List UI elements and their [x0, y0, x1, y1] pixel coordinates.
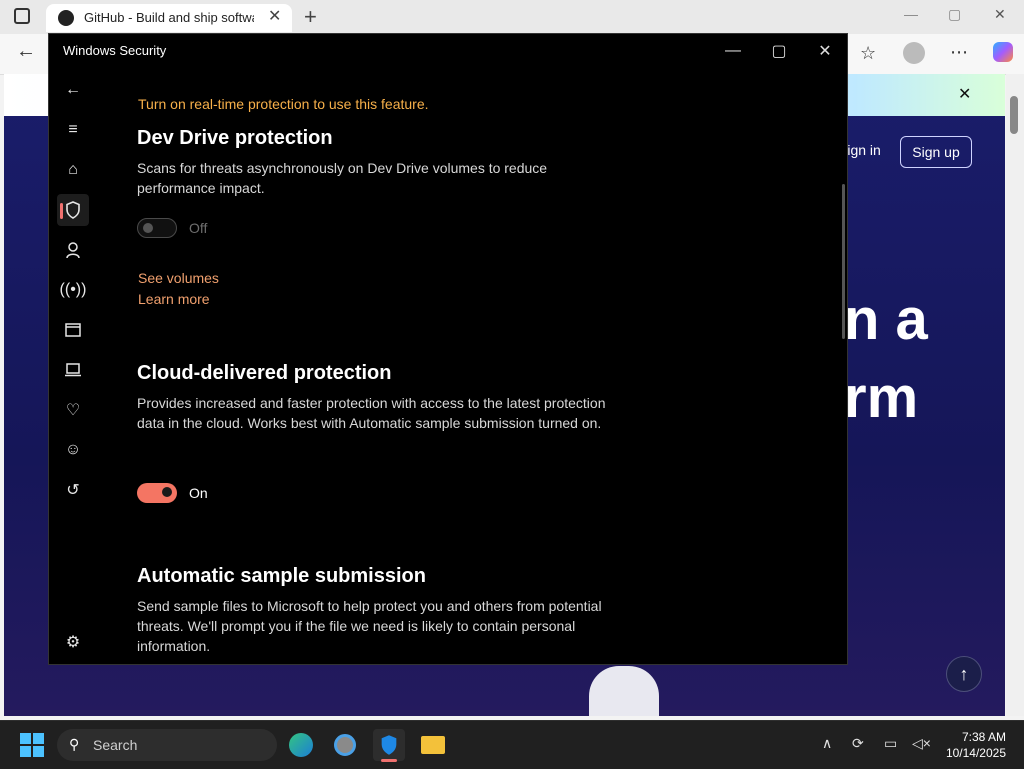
- see-volumes-link[interactable]: See volumes: [138, 270, 219, 286]
- device-security-icon[interactable]: [57, 354, 89, 386]
- sec-minimize-button[interactable]: —: [710, 38, 756, 64]
- sign-up-button[interactable]: Sign up: [900, 136, 972, 168]
- more-icon[interactable]: ⋯: [950, 42, 968, 63]
- sec-maximize-button[interactable]: ▢: [756, 38, 802, 64]
- clock-date: 10/14/2025: [945, 746, 1006, 760]
- browser-tab[interactable]: GitHub - Build and ship software o ✕: [46, 4, 292, 32]
- family-options-icon[interactable]: ☺: [57, 434, 89, 466]
- window-title: Windows Security: [63, 43, 167, 58]
- scroll-to-top-button[interactable]: ↑: [946, 656, 982, 692]
- nav-rail: ← ≡ ⌂ ((•)) ♡ ☺ ↺ ⚙: [49, 70, 97, 664]
- cloud-protection-toggle-label: On: [189, 485, 208, 501]
- back-arrow-icon[interactable]: ←: [57, 74, 89, 106]
- network-icon[interactable]: ▭: [884, 735, 897, 752]
- edge-icon[interactable]: [285, 729, 317, 761]
- minimize-button[interactable]: —: [904, 6, 918, 22]
- active-app-indicator: [381, 759, 397, 762]
- firewall-network-icon[interactable]: ((•)): [57, 274, 89, 306]
- maximize-button[interactable]: ▢: [948, 6, 961, 23]
- cloud-protection-title: Cloud-delivered protection: [137, 362, 392, 384]
- show-hidden-icons[interactable]: ∧: [822, 735, 832, 752]
- scrollbar-thumb[interactable]: [1010, 96, 1018, 134]
- tab-close-icon[interactable]: ✕: [268, 6, 281, 26]
- file-explorer-icon[interactable]: [417, 729, 449, 761]
- sample-submission-title: Automatic sample submission: [137, 565, 426, 587]
- profile-avatar[interactable]: [903, 42, 925, 64]
- sample-submission-description: Send sample files to Microsoft to help p…: [137, 598, 602, 654]
- tab-actions-icon[interactable]: [14, 8, 30, 24]
- app-browser-control-icon[interactable]: [57, 314, 89, 346]
- dev-drive-toggle[interactable]: [137, 218, 177, 238]
- settings-gear-icon[interactable]: ⚙: [57, 626, 89, 658]
- tab-title: GitHub - Build and ship software o: [84, 10, 254, 25]
- start-icon[interactable]: [20, 733, 44, 757]
- taskbar: ⚲ Search ∧ ⟳ ▭ ◁× 7:38 AM 10/14/2025: [0, 720, 1024, 769]
- content-scrollbar[interactable]: [842, 184, 845, 339]
- search-placeholder: Search: [93, 737, 138, 753]
- volume-muted-icon[interactable]: ◁×: [912, 735, 931, 752]
- home-icon[interactable]: ⌂: [57, 154, 89, 186]
- back-button[interactable]: ←: [16, 40, 36, 63]
- cloud-protection-description: Provides increased and faster protection…: [137, 395, 606, 431]
- github-icon: [58, 10, 74, 26]
- new-tab-button[interactable]: +: [304, 4, 317, 30]
- cloud-protection-toggle[interactable]: [137, 483, 177, 503]
- toggle-knob: [162, 487, 172, 497]
- device-health-icon[interactable]: ♡: [57, 394, 89, 426]
- dev-drive-toggle-label: Off: [189, 220, 208, 236]
- settings-app-icon[interactable]: [329, 729, 361, 761]
- hero-heading-line1: n a: [844, 287, 928, 352]
- clock-time: 7:38 AM: [961, 730, 1006, 744]
- realtime-warning: Turn on real-time protection to use this…: [138, 96, 429, 112]
- browser-scrollbar[interactable]: [1006, 74, 1024, 716]
- toggle-knob: [143, 223, 153, 233]
- clock[interactable]: 7:38 AM 10/14/2025: [944, 729, 1006, 761]
- sec-close-button[interactable]: ✕: [802, 38, 848, 64]
- banner-close-icon[interactable]: ✕: [958, 84, 971, 104]
- favorites-icon[interactable]: ☆: [860, 43, 876, 64]
- hamburger-menu-icon[interactable]: ≡: [57, 114, 89, 146]
- dev-drive-title: Dev Drive protection: [137, 127, 333, 149]
- sync-icon[interactable]: ⟳: [852, 735, 864, 752]
- close-button[interactable]: ✕: [994, 6, 1006, 23]
- learn-more-link[interactable]: Learn more: [138, 291, 210, 307]
- selection-indicator: [60, 203, 63, 219]
- shield-icon[interactable]: [57, 194, 89, 226]
- hero-heading-line2: rm: [844, 365, 919, 430]
- taskbar-search[interactable]: ⚲ Search: [57, 729, 277, 761]
- tab-bar: GitHub - Build and ship software o ✕ + —…: [0, 0, 1024, 34]
- windows-security-app-icon[interactable]: [373, 729, 405, 762]
- copilot-icon[interactable]: [993, 42, 1013, 62]
- search-icon: ⚲: [69, 736, 80, 752]
- account-icon[interactable]: [57, 234, 89, 266]
- cloud-illustration: [589, 666, 659, 716]
- windows-security-window: Windows Security — ▢ ✕ ← ≡ ⌂ ((•)) ♡ ☺ ↺…: [48, 33, 848, 665]
- protection-history-icon[interactable]: ↺: [57, 474, 89, 506]
- dev-drive-description: Scans for threats asynchronously on Dev …: [137, 160, 548, 196]
